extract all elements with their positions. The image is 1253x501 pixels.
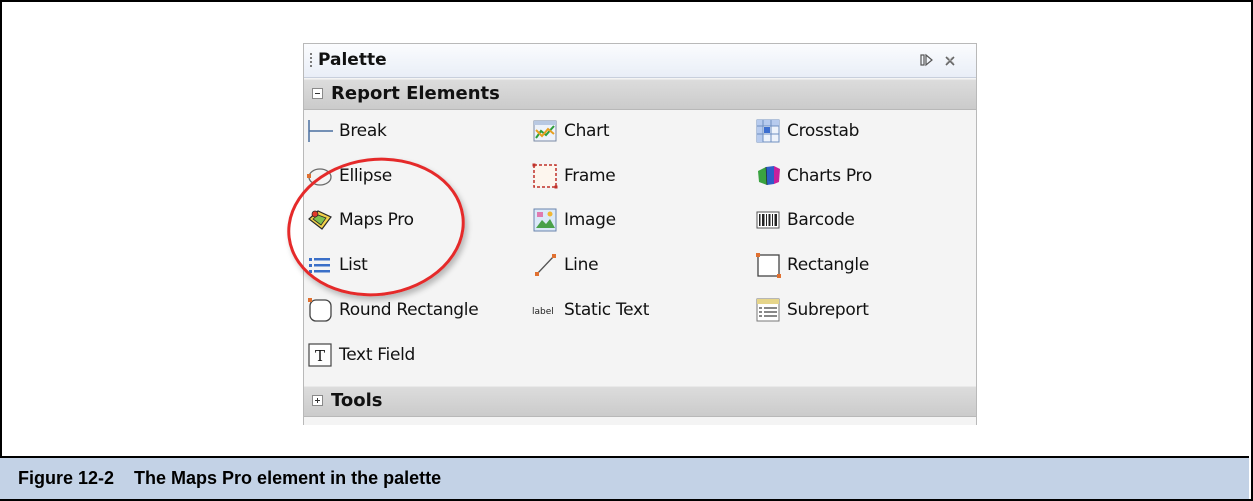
line-icon — [535, 254, 556, 276]
rectangle-icon — [756, 253, 781, 278]
section-report-elements[interactable]: Report Elements — [304, 79, 976, 110]
subreport-icon — [756, 298, 780, 322]
palette-item-label: Round Rectangle — [339, 300, 479, 320]
break-icon — [308, 120, 333, 142]
section-label: Report Elements — [331, 83, 500, 104]
palette-item-label: Frame — [564, 166, 616, 186]
palette-item-label: Rectangle — [787, 255, 869, 275]
close-window-icon[interactable] — [944, 52, 956, 68]
palette-titlebar[interactable]: Palette — [304, 44, 976, 78]
palette-title: Palette — [318, 50, 387, 70]
text-field-icon-glyph: T — [315, 347, 325, 365]
palette-item-label: Maps Pro — [339, 210, 414, 230]
section-label: Tools — [331, 390, 383, 411]
static-text-icon: label — [532, 307, 554, 317]
palette-item-label: Barcode — [787, 210, 855, 230]
expand-toggle-icon[interactable] — [312, 395, 323, 406]
chart-icon — [533, 120, 557, 142]
palette-item-label: Line — [564, 255, 599, 275]
drag-grip-icon[interactable] — [310, 53, 312, 69]
figure-caption: Figure 12-2 The Maps Pro element in the … — [0, 456, 1249, 499]
barcode-icon — [756, 211, 780, 229]
ellipse-icon — [307, 168, 332, 186]
list-icon — [309, 258, 330, 273]
collapse-toggle-icon[interactable] — [312, 88, 323, 99]
frame-icon — [532, 163, 558, 189]
palette-item-label: Ellipse — [339, 166, 392, 186]
section-tools[interactable]: Tools — [304, 386, 976, 417]
maps-pro-icon — [308, 210, 332, 230]
palette-window: Palette Report Elements Break Chart Cros… — [303, 43, 977, 425]
round-rectangle-icon — [308, 298, 332, 322]
charts-pro-icon — [758, 166, 780, 186]
palette-item-label: Subreport — [787, 300, 869, 320]
palette-item-label: Crosstab — [787, 121, 860, 141]
palette-item-label: Chart — [564, 121, 610, 141]
palette-item-label: Static Text — [564, 300, 650, 320]
crosstab-icon — [756, 119, 780, 143]
palette-item-label: Text Field — [339, 345, 416, 365]
text-field-icon: T — [308, 343, 332, 367]
palette-item-label: Image — [564, 210, 616, 230]
palette-item-label: Charts Pro — [787, 166, 872, 186]
palette-item-label: List — [339, 255, 368, 275]
image-icon — [533, 208, 557, 232]
palette-item-label: Break — [339, 121, 387, 141]
static-text-icon-glyph: label — [532, 307, 554, 317]
caption-text: Figure 12-2 The Maps Pro element in the … — [18, 468, 442, 488]
minimize-window-icon[interactable] — [920, 52, 934, 68]
